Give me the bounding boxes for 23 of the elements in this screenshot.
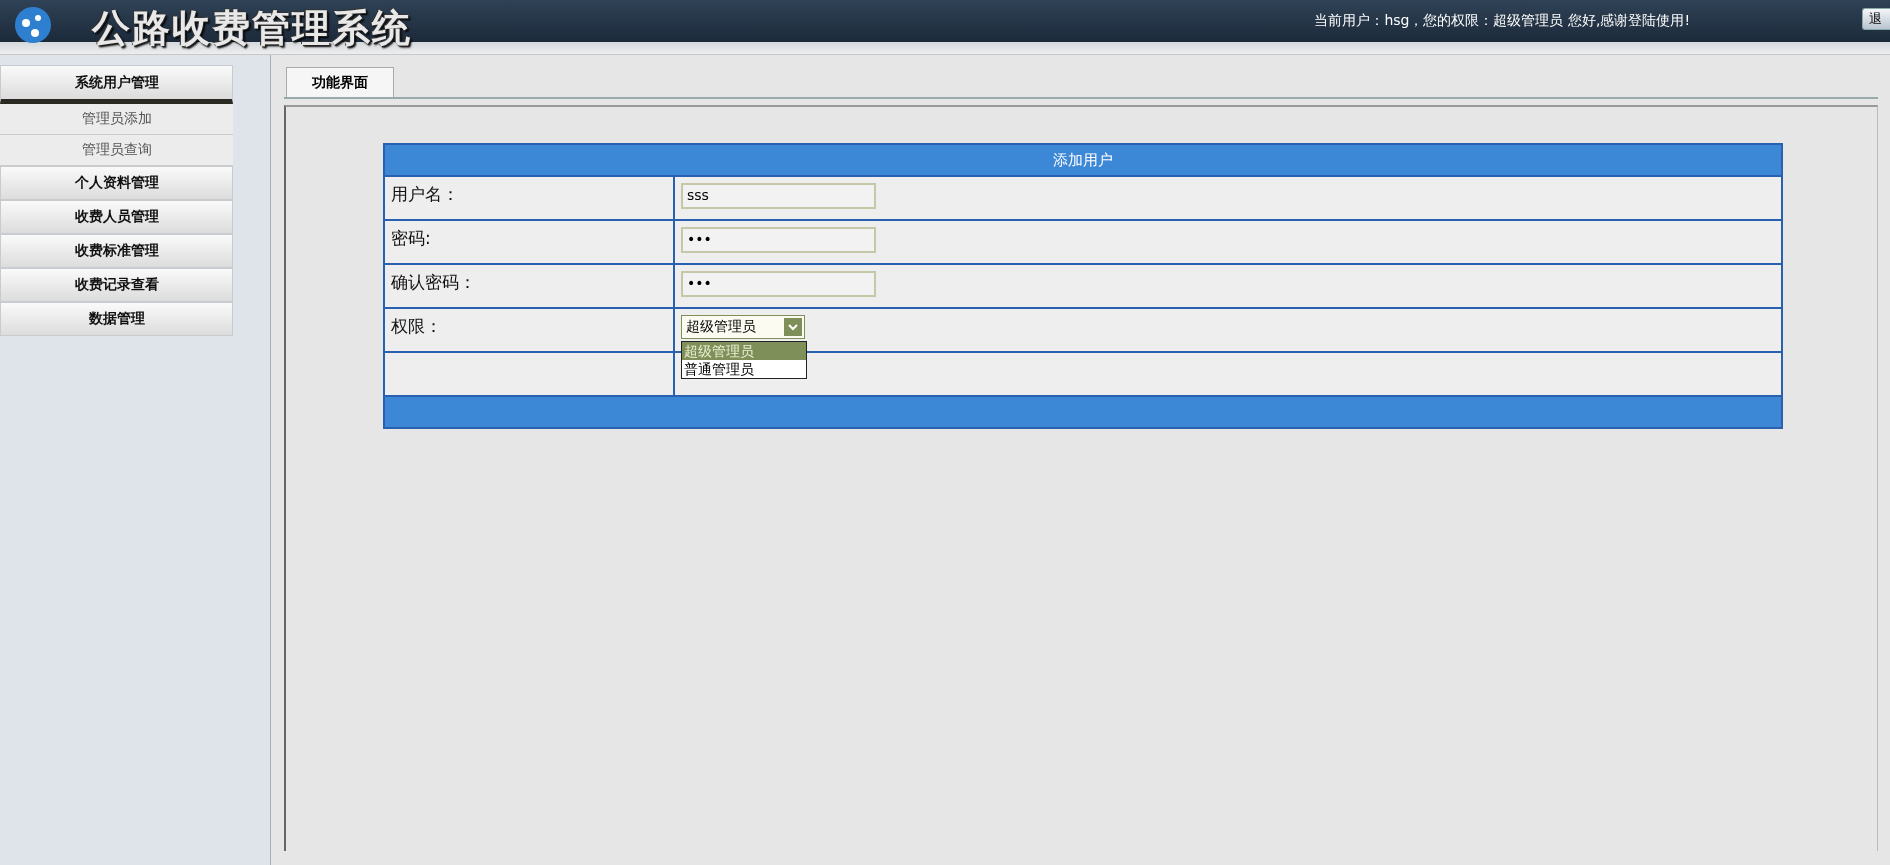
menu-item[interactable]: 管理员查询 (0, 135, 233, 166)
menu-group[interactable]: 系统用户管理 (0, 65, 233, 104)
app-title: 公路收费管理系统 (92, 4, 412, 52)
role-dropdown[interactable]: 超级管理员 (681, 315, 805, 339)
menu-item[interactable]: 管理员添加 (0, 104, 233, 135)
field-label: 用户名： (385, 177, 675, 219)
menu-group[interactable]: 个人资料管理 (0, 166, 233, 200)
field-label: 权限： (385, 309, 675, 351)
field-label: 确认密码： (385, 265, 675, 307)
caret-icon (784, 318, 802, 336)
form-title: 添加用户 (385, 145, 1781, 175)
logout-button[interactable]: 退 (1862, 8, 1890, 30)
input-field[interactable]: ••• (681, 227, 876, 253)
menu-group[interactable]: 收费人员管理 (0, 200, 233, 234)
menu-group[interactable]: 收费记录查看 (0, 268, 233, 302)
menu-group[interactable]: 数据管理 (0, 302, 233, 336)
input-field[interactable]: ••• (681, 271, 876, 297)
input-field[interactable]: sss (681, 183, 876, 209)
menu-group[interactable]: 收费标准管理 (0, 234, 233, 268)
field-label: 密码: (385, 221, 675, 263)
user-info-text: 当前用户：hsg，您的权限：超级管理员 您好,感谢登陆使用! (1314, 12, 1690, 30)
globe-logo-icon (14, 6, 52, 44)
tab[interactable]: 功能界面 (286, 67, 394, 97)
